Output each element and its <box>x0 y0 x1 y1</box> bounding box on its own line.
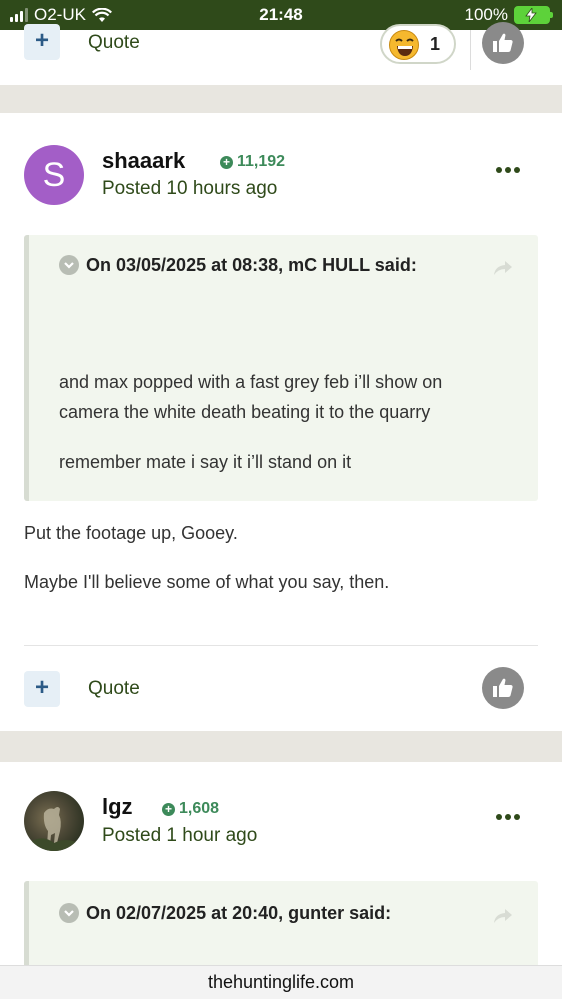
dog-photo-icon <box>30 807 78 851</box>
post-timestamp[interactable]: Posted 1 hour ago <box>102 825 257 847</box>
reaction-summary[interactable]: 1 <box>380 24 456 64</box>
like-button[interactable] <box>482 667 524 709</box>
username[interactable]: lgz <box>102 794 133 820</box>
quote-text: and max popped with a fast grey feb i’ll… <box>59 367 514 477</box>
reputation-badge[interactable]: + 11,192 <box>220 153 285 171</box>
plus-circle-icon: + <box>162 802 175 816</box>
divider <box>470 30 471 70</box>
username[interactable]: shaaark <box>102 148 185 174</box>
more-options-icon[interactable] <box>496 814 520 820</box>
reputation-badge[interactable]: + 1,608 <box>162 800 219 818</box>
laughing-emoji-icon <box>389 30 419 60</box>
reaction-count: 1 <box>430 34 441 54</box>
plus-circle-icon: + <box>220 155 233 169</box>
post-body-line: Maybe I'll believe some of what you say,… <box>24 572 390 592</box>
multiquote-add-button[interactable]: + <box>24 671 60 707</box>
divider <box>24 645 538 646</box>
post-card: lgz + 1,608 Posted 1 hour ago On 02/07/2… <box>0 762 562 999</box>
chevron-down-icon[interactable] <box>59 255 79 275</box>
battery-icon <box>514 6 553 24</box>
avatar[interactable]: S <box>24 145 84 205</box>
like-button[interactable] <box>482 22 524 64</box>
reputation-count: 11,192 <box>237 153 286 170</box>
quote-header: On 02/07/2025 at 20:40, gunter said: <box>86 903 392 923</box>
share-arrow-icon[interactable] <box>492 259 514 277</box>
post-card: S shaaark + 11,192 Posted 10 hours ago O… <box>0 113 562 731</box>
quote-link[interactable]: Quote <box>88 32 140 54</box>
multiquote-add-button[interactable]: + <box>24 24 60 60</box>
browser-url-bar[interactable]: thehuntinglife.com <box>0 965 562 999</box>
quote-link[interactable]: Quote <box>88 678 140 700</box>
quote-header: On 03/05/2025 at 08:38, mC HULL said: <box>86 255 417 275</box>
previous-post-footer: + Quote 1 <box>0 22 562 85</box>
url-domain: thehuntinglife.com <box>207 972 355 992</box>
reputation-count: 1,608 <box>179 800 220 817</box>
thumbs-up-icon <box>493 33 513 52</box>
thumbs-up-icon <box>493 678 513 697</box>
more-options-icon[interactable] <box>496 167 520 173</box>
quote-line: and max popped with a fast grey feb i’ll… <box>59 372 443 392</box>
quote-line: camera the white death beating it to the… <box>59 402 431 422</box>
post-timestamp[interactable]: Posted 10 hours ago <box>102 178 277 200</box>
status-bar: O2-UK 21:48 100% <box>0 0 562 30</box>
share-arrow-icon[interactable] <box>492 907 514 925</box>
quoted-post: On 03/05/2025 at 08:38, mC HULL said: an… <box>24 235 538 501</box>
chevron-down-icon[interactable] <box>59 903 79 923</box>
avatar[interactable] <box>24 791 84 851</box>
quote-line: remember mate i say it i’ll stand on it <box>59 452 352 472</box>
post-body-line: Put the footage up, Gooey. <box>24 523 238 543</box>
